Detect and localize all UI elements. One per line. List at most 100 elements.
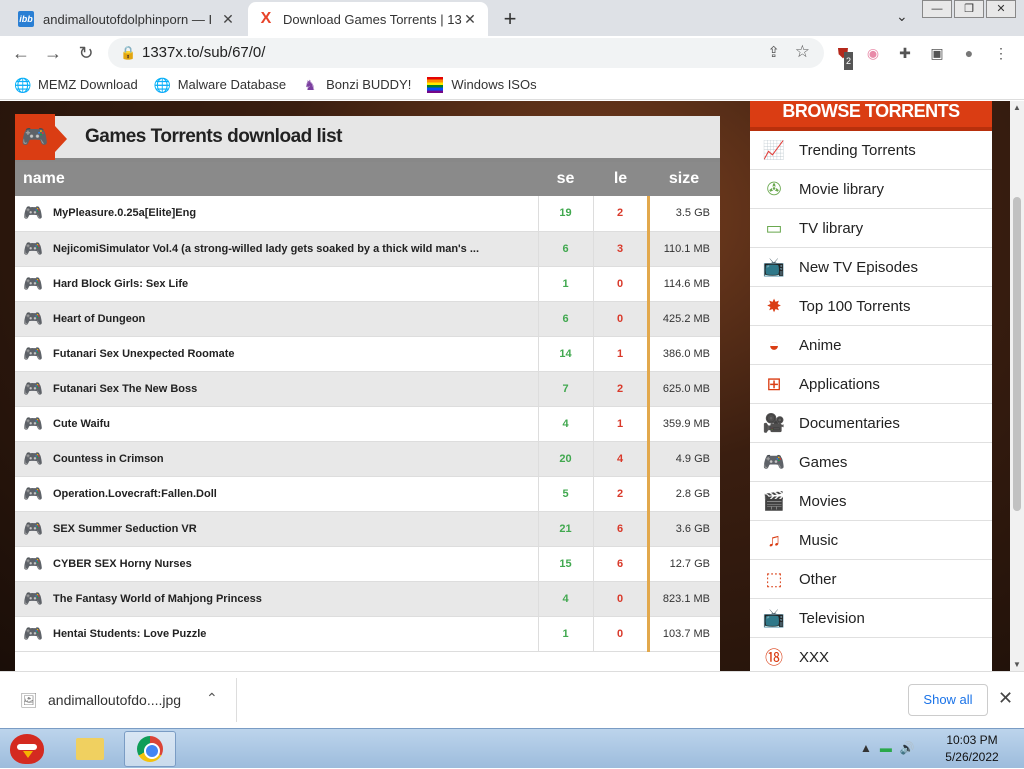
torrent-name-link[interactable]: 🎮 Countess in Crimson: [15, 441, 538, 477]
bookmark-malware-database[interactable]: 🌐 Malware Database: [154, 77, 286, 93]
sidebar-item-documentaries[interactable]: 🎥 Documentaries: [750, 404, 992, 443]
torrent-name-link[interactable]: 🎮 Heart of Dungeon: [15, 301, 538, 337]
start-button[interactable]: [4, 729, 50, 769]
sidebar-item-other[interactable]: ⬚ Other: [750, 560, 992, 599]
film-reel-icon: ✇: [766, 178, 782, 199]
clock[interactable]: 10:03 PM 5/26/2022: [936, 732, 1008, 766]
torrent-name-link[interactable]: 🎮 NejicomiSimulator Vol.4 (a strong-wille…: [15, 231, 538, 267]
sidebar-item-new-tv-episodes[interactable]: 📺 New TV Episodes: [750, 248, 992, 287]
table-row[interactable]: 🎮 Futanari Sex Unexpected Roomate 14 1 386.0…: [15, 336, 720, 372]
gamepad-icon: 🎮: [23, 310, 43, 328]
bookmark-memz[interactable]: 🌐 MEMZ Download: [14, 77, 138, 93]
table-row[interactable]: 🎮 Cute Waifu 4 1 359.9 MB: [15, 406, 720, 442]
sidebar-item-tv-library[interactable]: ▭ TV library: [750, 209, 992, 248]
lock-icon[interactable]: 🔒: [120, 45, 136, 61]
tray-expand-icon[interactable]: ▲: [860, 741, 872, 755]
sidebar-item-music[interactable]: ♫ Music: [750, 521, 992, 560]
volume-icon[interactable]: 🔊: [900, 741, 915, 755]
close-tab-icon[interactable]: ✕: [220, 11, 236, 28]
table-row[interactable]: 🎮 Heart of Dungeon 6 0 425.2 MB: [15, 301, 720, 337]
battery-icon[interactable]: ▬: [880, 741, 892, 755]
sidebar-item-movies[interactable]: 🎬 Movies: [750, 482, 992, 521]
scroll-up-arrow-icon[interactable]: ▲: [1013, 103, 1021, 112]
torrent-name-link[interactable]: 🎮 Operation.Lovecraft:Fallen.Doll: [15, 476, 538, 512]
bookmark-star-icon[interactable]: ☆: [795, 42, 810, 62]
sidebar-item-applications[interactable]: ⊞ Applications: [750, 365, 992, 404]
tab-strip: ibb andimalloutofdolphinporn — I ✕ X Dow…: [0, 0, 1024, 36]
sidebar-item-games[interactable]: 🎮 Games: [750, 443, 992, 482]
bookmark-bonzi[interactable]: ♞ Bonzi BUDDY!: [302, 77, 412, 93]
scroll-down-arrow-icon[interactable]: ▼: [1013, 660, 1021, 669]
seeders-count: 20: [537, 441, 593, 477]
forward-arrow-icon[interactable]: →: [40, 40, 66, 66]
back-arrow-icon[interactable]: ←: [8, 40, 34, 66]
torrent-name-link[interactable]: 🎮 The Fantasy World of Mahjong Princess: [15, 581, 538, 617]
table-row[interactable]: 🎮 Countess in Crimson 20 4 4.9 GB: [15, 441, 720, 477]
column-header-se[interactable]: se: [538, 162, 593, 196]
tab-search-chevron-icon[interactable]: ⌄: [896, 8, 908, 25]
sidebar-item-movie-library[interactable]: ✇ Movie library: [750, 170, 992, 209]
leechers-count: 6: [592, 511, 648, 547]
flag-extension-icon[interactable]: ◉: [864, 44, 882, 62]
taskbar-app-folder[interactable]: [64, 731, 116, 767]
torrent-name-link[interactable]: 🎮 Hentai Students: Love Puzzle: [15, 616, 538, 652]
table-row[interactable]: 🎮 Operation.Lovecraft:Fallen.Doll 5 2 2.8 GB: [15, 476, 720, 512]
table-row[interactable]: 🎮 Hentai Students: Love Puzzle 1 0 103.7 MB: [15, 616, 720, 652]
bookmark-windows-isos[interactable]: Windows ISOs: [427, 76, 537, 93]
torrent-size: 359.9 MB: [646, 406, 720, 442]
torrent-name-link[interactable]: 🎮 MyPleasure.0.25a[Elite]Eng: [15, 196, 538, 232]
menu-kebab-icon[interactable]: ⋮: [992, 44, 1010, 62]
close-window-button[interactable]: ✕: [986, 0, 1016, 18]
divider: [236, 678, 237, 722]
table-row[interactable]: 🎮 Futanari Sex The New Boss 7 2 625.0 MB: [15, 371, 720, 407]
gamepad-icon: 🎮: [23, 205, 43, 223]
table-row[interactable]: 🎮 The Fantasy World of Mahjong Princess 4 0…: [15, 581, 720, 617]
reload-icon[interactable]: ↻: [73, 40, 99, 66]
minimize-button[interactable]: —: [922, 0, 952, 18]
scrollbar-thumb[interactable]: [1013, 197, 1021, 511]
puzzle-extensions-icon[interactable]: ✚: [896, 44, 914, 62]
torrent-name-link[interactable]: 🎮 SEX Summer Seduction VR: [15, 511, 538, 547]
gamepad-icon: 🎮: [23, 345, 43, 363]
show-all-button[interactable]: Show all: [908, 684, 988, 716]
tab-image-host[interactable]: ibb andimalloutofdolphinporn — I ✕: [8, 2, 246, 36]
top-badge-icon: ✸: [766, 295, 782, 316]
side-panel-icon[interactable]: ▣: [928, 44, 946, 62]
maximize-button[interactable]: ❐: [954, 0, 984, 18]
seeders-count: 4: [537, 406, 593, 442]
tab-1337x[interactable]: X Download Games Torrents | 13 ✕: [248, 2, 488, 36]
taskbar-app-chrome[interactable]: [124, 731, 176, 767]
close-icon[interactable]: ✕: [998, 688, 1013, 709]
sidebar-item-label: Other: [799, 570, 837, 588]
column-header-size[interactable]: size: [648, 162, 720, 196]
download-item[interactable]: andimalloutofdo....jpg: [48, 692, 181, 708]
table-row[interactable]: 🎮 SEX Summer Seduction VR 21 6 3.6 GB: [15, 511, 720, 547]
new-tab-button[interactable]: +: [498, 6, 522, 32]
shield-extension-icon[interactable]: ⛊ 2: [834, 44, 854, 70]
torrent-name-link[interactable]: 🎮 Futanari Sex Unexpected Roomate: [15, 336, 538, 372]
page-scrollbar[interactable]: ▲ ▼: [1010, 101, 1024, 671]
profile-avatar-icon[interactable]: ●: [960, 44, 978, 62]
leechers-count: 1: [592, 406, 648, 442]
sidebar-item-anime[interactable]: ◒ Anime: [750, 326, 992, 365]
table-row[interactable]: 🎮 MyPleasure.0.25a[Elite]Eng 19 2 3.5 GB: [15, 196, 720, 232]
address-bar[interactable]: 🔒 1337x.to/sub/67/0/ ⇪ ☆: [108, 38, 824, 68]
share-icon[interactable]: ⇪: [767, 43, 780, 61]
seeders-count: 4: [537, 581, 593, 617]
close-tab-icon[interactable]: ✕: [462, 11, 478, 28]
torrent-name-link[interactable]: 🎮 Hard Block Girls: Sex Life: [15, 266, 538, 302]
table-row[interactable]: 🎮 CYBER SEX Horny Nurses 15 6 12.7 GB: [15, 546, 720, 582]
torrent-name-link[interactable]: 🎮 CYBER SEX Horny Nurses: [15, 546, 538, 582]
torrent-name-link[interactable]: 🎮 Cute Waifu: [15, 406, 538, 442]
table-row[interactable]: 🎮 NejicomiSimulator Vol.4 (a strong-wille…: [15, 231, 720, 267]
url-text[interactable]: 1337x.to/sub/67/0/: [142, 44, 265, 61]
column-header-le[interactable]: le: [593, 162, 648, 196]
torrent-name-link[interactable]: 🎮 Futanari Sex The New Boss: [15, 371, 538, 407]
sidebar-item-xxx[interactable]: ⑱ XXX: [750, 638, 992, 671]
sidebar-item-trending-torrents[interactable]: 📈 Trending Torrents: [750, 131, 992, 170]
chevron-up-icon[interactable]: ⌃: [206, 690, 218, 707]
column-header-name[interactable]: name: [15, 162, 538, 196]
sidebar-item-top-100-torrents[interactable]: ✸ Top 100 Torrents: [750, 287, 992, 326]
table-row[interactable]: 🎮 Hard Block Girls: Sex Life 1 0 114.6 MB: [15, 266, 720, 302]
sidebar-item-television[interactable]: 📺 Television: [750, 599, 992, 638]
